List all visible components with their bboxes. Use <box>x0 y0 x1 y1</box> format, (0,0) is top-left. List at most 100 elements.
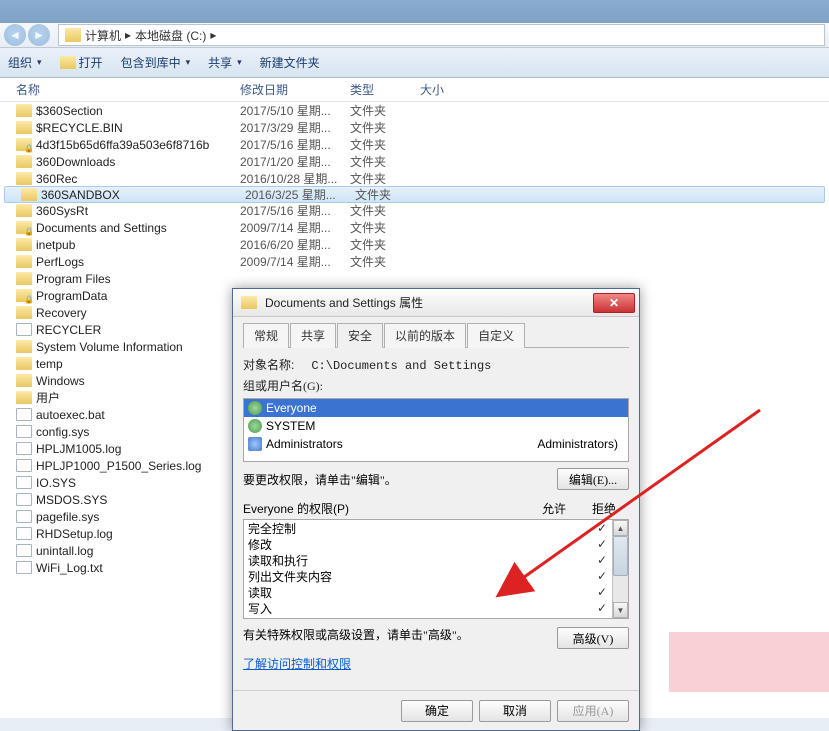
share-menu[interactable]: 共享 <box>208 54 242 71</box>
file-icon <box>16 527 32 540</box>
tab-previous-versions[interactable]: 以前的版本 <box>384 323 466 348</box>
tab-general[interactable]: 常规 <box>243 323 289 348</box>
file-name: 360SANDBOX <box>41 188 245 202</box>
folder-icon <box>16 340 32 353</box>
user-row[interactable]: SYSTEM <box>244 417 628 435</box>
open-button[interactable]: 打开 <box>60 54 103 71</box>
group-icon <box>248 437 262 451</box>
file-name: WiFi_Log.txt <box>36 561 240 575</box>
apply-button[interactable]: 应用(A) <box>557 700 629 722</box>
file-name: HPLJP1000_P1500_Series.log <box>36 459 240 473</box>
file-row[interactable]: 360Downloads2017/1/20 星期...文件夹 <box>0 153 829 170</box>
folder-icon <box>16 121 32 134</box>
user-icon <box>248 419 262 433</box>
folder-icon <box>16 172 32 185</box>
permissions-list: 完全控制✓修改✓读取和执行✓列出文件夹内容✓读取✓写入✓ ▲ ▼ <box>243 519 629 619</box>
folder-open-icon <box>60 56 76 69</box>
file-name: inetpub <box>36 238 240 252</box>
file-row[interactable]: $360Section2017/5/10 星期...文件夹 <box>0 102 829 119</box>
file-name: 360Rec <box>36 172 240 186</box>
advanced-button[interactable]: 高级(V) <box>557 627 629 649</box>
group-users-label: 组或用户名(G): <box>243 377 629 394</box>
cancel-button[interactable]: 取消 <box>479 700 551 722</box>
user-name: SYSTEM <box>266 419 315 433</box>
file-type: 文件夹 <box>350 219 420 236</box>
file-row[interactable]: PerfLogs2009/7/14 星期...文件夹 <box>0 253 829 270</box>
lock-icon <box>16 289 32 302</box>
file-row[interactable]: 360SysRt2017/5/16 星期...文件夹 <box>0 202 829 219</box>
col-name[interactable]: 名称 <box>0 81 240 98</box>
folder-icon <box>16 155 32 168</box>
file-type: 文件夹 <box>350 153 420 170</box>
toolbar: 组织 打开 包含到库中 共享 新建文件夹 <box>0 48 829 78</box>
scroll-up-icon[interactable]: ▲ <box>613 520 628 536</box>
window-titlebar-blur <box>0 0 829 23</box>
user-name: Everyone <box>266 401 317 415</box>
folder-icon <box>16 104 32 117</box>
folder-icon <box>21 188 37 201</box>
file-row[interactable]: inetpub2016/6/20 星期...文件夹 <box>0 236 829 253</box>
ok-button[interactable]: 确定 <box>401 700 473 722</box>
user-name: Administrators <box>266 437 343 451</box>
file-name: Recovery <box>36 306 240 320</box>
file-name: pagefile.sys <box>36 510 240 524</box>
include-in-library-menu[interactable]: 包含到库中 <box>121 54 191 71</box>
permission-row: 读取和执行✓ <box>244 552 628 568</box>
file-name: 用户 <box>36 389 240 406</box>
learn-link[interactable]: 了解访问控制和权限 <box>243 657 351 671</box>
folder-icon <box>16 306 32 319</box>
file-row[interactable]: Documents and Settings2009/7/14 星期...文件夹 <box>0 219 829 236</box>
address-bar: ◄ ► 计算机 ▸ 本地磁盘 (C:) ▸ <box>0 23 829 48</box>
col-date[interactable]: 修改日期 <box>240 81 350 98</box>
file-row[interactable]: 360Rec2016/10/28 星期...文件夹 <box>0 170 829 187</box>
scrollbar[interactable]: ▲ ▼ <box>612 520 628 618</box>
file-name: PerfLogs <box>36 255 240 269</box>
scroll-down-icon[interactable]: ▼ <box>613 602 628 618</box>
file-name: RHDSetup.log <box>36 527 240 541</box>
file-date: 2016/6/20 星期... <box>240 236 350 253</box>
file-type: 文件夹 <box>350 102 420 119</box>
user-row[interactable]: Everyone <box>244 399 628 417</box>
user-list[interactable]: Everyone SYSTEM AdministratorsAdministrato… <box>243 398 629 462</box>
file-name: HPLJM1005.log <box>36 442 240 456</box>
dialog-titlebar[interactable]: Documents and Settings 属性 ✕ <box>233 289 639 317</box>
edit-hint: 要更改权限，请单击"编辑"。 <box>243 471 557 488</box>
permission-row: 完全控制✓ <box>244 520 628 536</box>
nav-back-button[interactable]: ◄ <box>4 24 26 46</box>
col-size[interactable]: 大小 <box>420 81 480 98</box>
breadcrumb[interactable]: 计算机 ▸ 本地磁盘 (C:) ▸ <box>58 24 825 46</box>
chevron-right-icon: ▸ <box>210 28 216 42</box>
file-row[interactable]: $RECYCLE.BIN2017/3/29 星期...文件夹 <box>0 119 829 136</box>
file-name: MSDOS.SYS <box>36 493 240 507</box>
user-row[interactable]: AdministratorsAdministrators) <box>244 435 628 453</box>
tab-security[interactable]: 安全 <box>337 323 383 348</box>
breadcrumb-drive[interactable]: 本地磁盘 (C:) <box>135 27 206 44</box>
file-date: 2017/5/16 星期... <box>240 136 350 153</box>
file-name: Documents and Settings <box>36 221 240 235</box>
file-row[interactable]: Program Files <box>0 270 829 287</box>
advanced-hint: 有关特殊权限或高级设置，请单击"高级"。 <box>243 627 557 643</box>
file-name: 360SysRt <box>36 204 240 218</box>
col-type[interactable]: 类型 <box>350 81 420 98</box>
file-row[interactable]: 360SANDBOX2016/3/25 星期...文件夹 <box>4 186 825 203</box>
folder-icon <box>16 391 32 404</box>
file-name: autoexec.bat <box>36 408 240 422</box>
folder-icon <box>241 296 257 309</box>
new-folder-button[interactable]: 新建文件夹 <box>260 54 320 71</box>
file-name: unintall.log <box>36 544 240 558</box>
file-type: 文件夹 <box>350 119 420 136</box>
file-row[interactable]: 4d3f15b65d6ffa39a503e6f8716b2017/5/16 星期… <box>0 136 829 153</box>
tab-share[interactable]: 共享 <box>290 323 336 348</box>
scroll-thumb[interactable] <box>613 536 628 576</box>
edit-button[interactable]: 编辑(E)... <box>557 468 629 490</box>
tab-custom[interactable]: 自定义 <box>467 323 525 348</box>
nav-forward-button[interactable]: ► <box>28 24 50 46</box>
close-button[interactable]: ✕ <box>593 293 635 313</box>
file-name: 4d3f15b65d6ffa39a503e6f8716b <box>36 138 240 152</box>
file-type: 文件夹 <box>350 236 420 253</box>
object-name-row: 对象名称: C:\Documents and Settings <box>243 356 629 373</box>
organize-menu[interactable]: 组织 <box>8 54 42 71</box>
file-icon <box>16 459 32 472</box>
breadcrumb-computer[interactable]: 计算机 <box>85 27 121 44</box>
folder-icon <box>16 272 32 285</box>
